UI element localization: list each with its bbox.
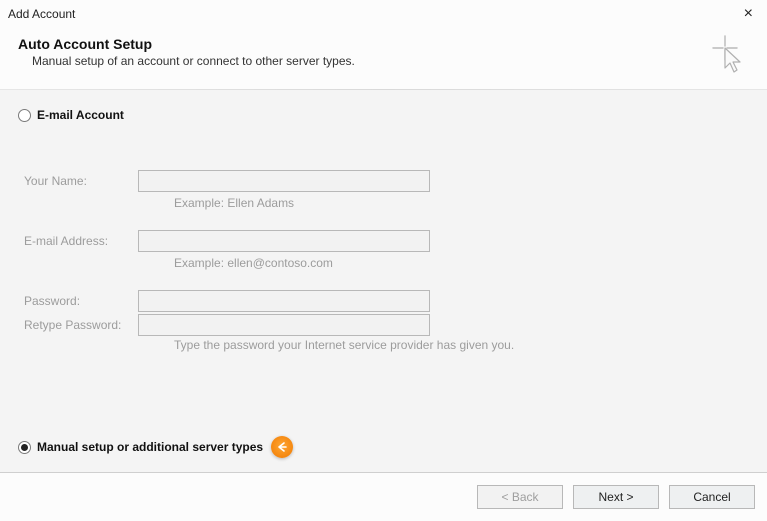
- wizard-subtitle: Manual setup of an account or connect to…: [32, 54, 355, 68]
- radio-icon: [18, 109, 31, 122]
- input-password: [138, 290, 430, 312]
- label-email: E-mail Address:: [18, 234, 138, 248]
- next-button[interactable]: Next >: [573, 485, 659, 509]
- titlebar: Add Account ×: [0, 0, 767, 28]
- hint-password: Type the password your Internet service …: [174, 338, 514, 352]
- hint-row-email: Example: ellen@contoso.com: [18, 256, 749, 270]
- row-retype: Retype Password:: [18, 314, 749, 336]
- wizard-body: E-mail Account Your Name: Example: Ellen…: [0, 90, 767, 472]
- wizard-title: Auto Account Setup: [18, 36, 355, 52]
- label-your-name: Your Name:: [18, 174, 138, 188]
- hint-row-password: Type the password your Internet service …: [18, 338, 749, 352]
- hint-your-name: Example: Ellen Adams: [174, 196, 294, 210]
- arrow-left-badge-icon: [271, 436, 293, 458]
- input-your-name: [138, 170, 430, 192]
- radio-icon: [18, 441, 31, 454]
- row-your-name: Your Name:: [18, 170, 749, 192]
- wizard-header-text: Auto Account Setup Manual setup of an ac…: [18, 36, 355, 68]
- window-title: Add Account: [8, 7, 75, 21]
- wizard-header: Auto Account Setup Manual setup of an ac…: [0, 28, 767, 89]
- label-retype: Retype Password:: [18, 318, 138, 332]
- input-retype: [138, 314, 430, 336]
- hint-row-your-name: Example: Ellen Adams: [18, 196, 749, 210]
- wizard-footer: < Back Next > Cancel: [0, 473, 767, 521]
- cursor-icon: [711, 34, 745, 77]
- close-icon[interactable]: ×: [738, 2, 759, 26]
- option-email-account[interactable]: E-mail Account: [18, 108, 749, 122]
- input-email: [138, 230, 430, 252]
- label-password: Password:: [18, 294, 138, 308]
- back-button: < Back: [477, 485, 563, 509]
- add-account-window: Add Account × Auto Account Setup Manual …: [0, 0, 767, 521]
- hint-email: Example: ellen@contoso.com: [174, 256, 333, 270]
- email-form: Your Name: Example: Ellen Adams E-mail A…: [18, 170, 749, 352]
- option-manual-label: Manual setup or additional server types: [37, 440, 263, 454]
- option-email-label: E-mail Account: [37, 108, 124, 122]
- option-manual-setup[interactable]: Manual setup or additional server types: [18, 436, 293, 458]
- row-email: E-mail Address:: [18, 230, 749, 252]
- row-password: Password:: [18, 290, 749, 312]
- cancel-button[interactable]: Cancel: [669, 485, 755, 509]
